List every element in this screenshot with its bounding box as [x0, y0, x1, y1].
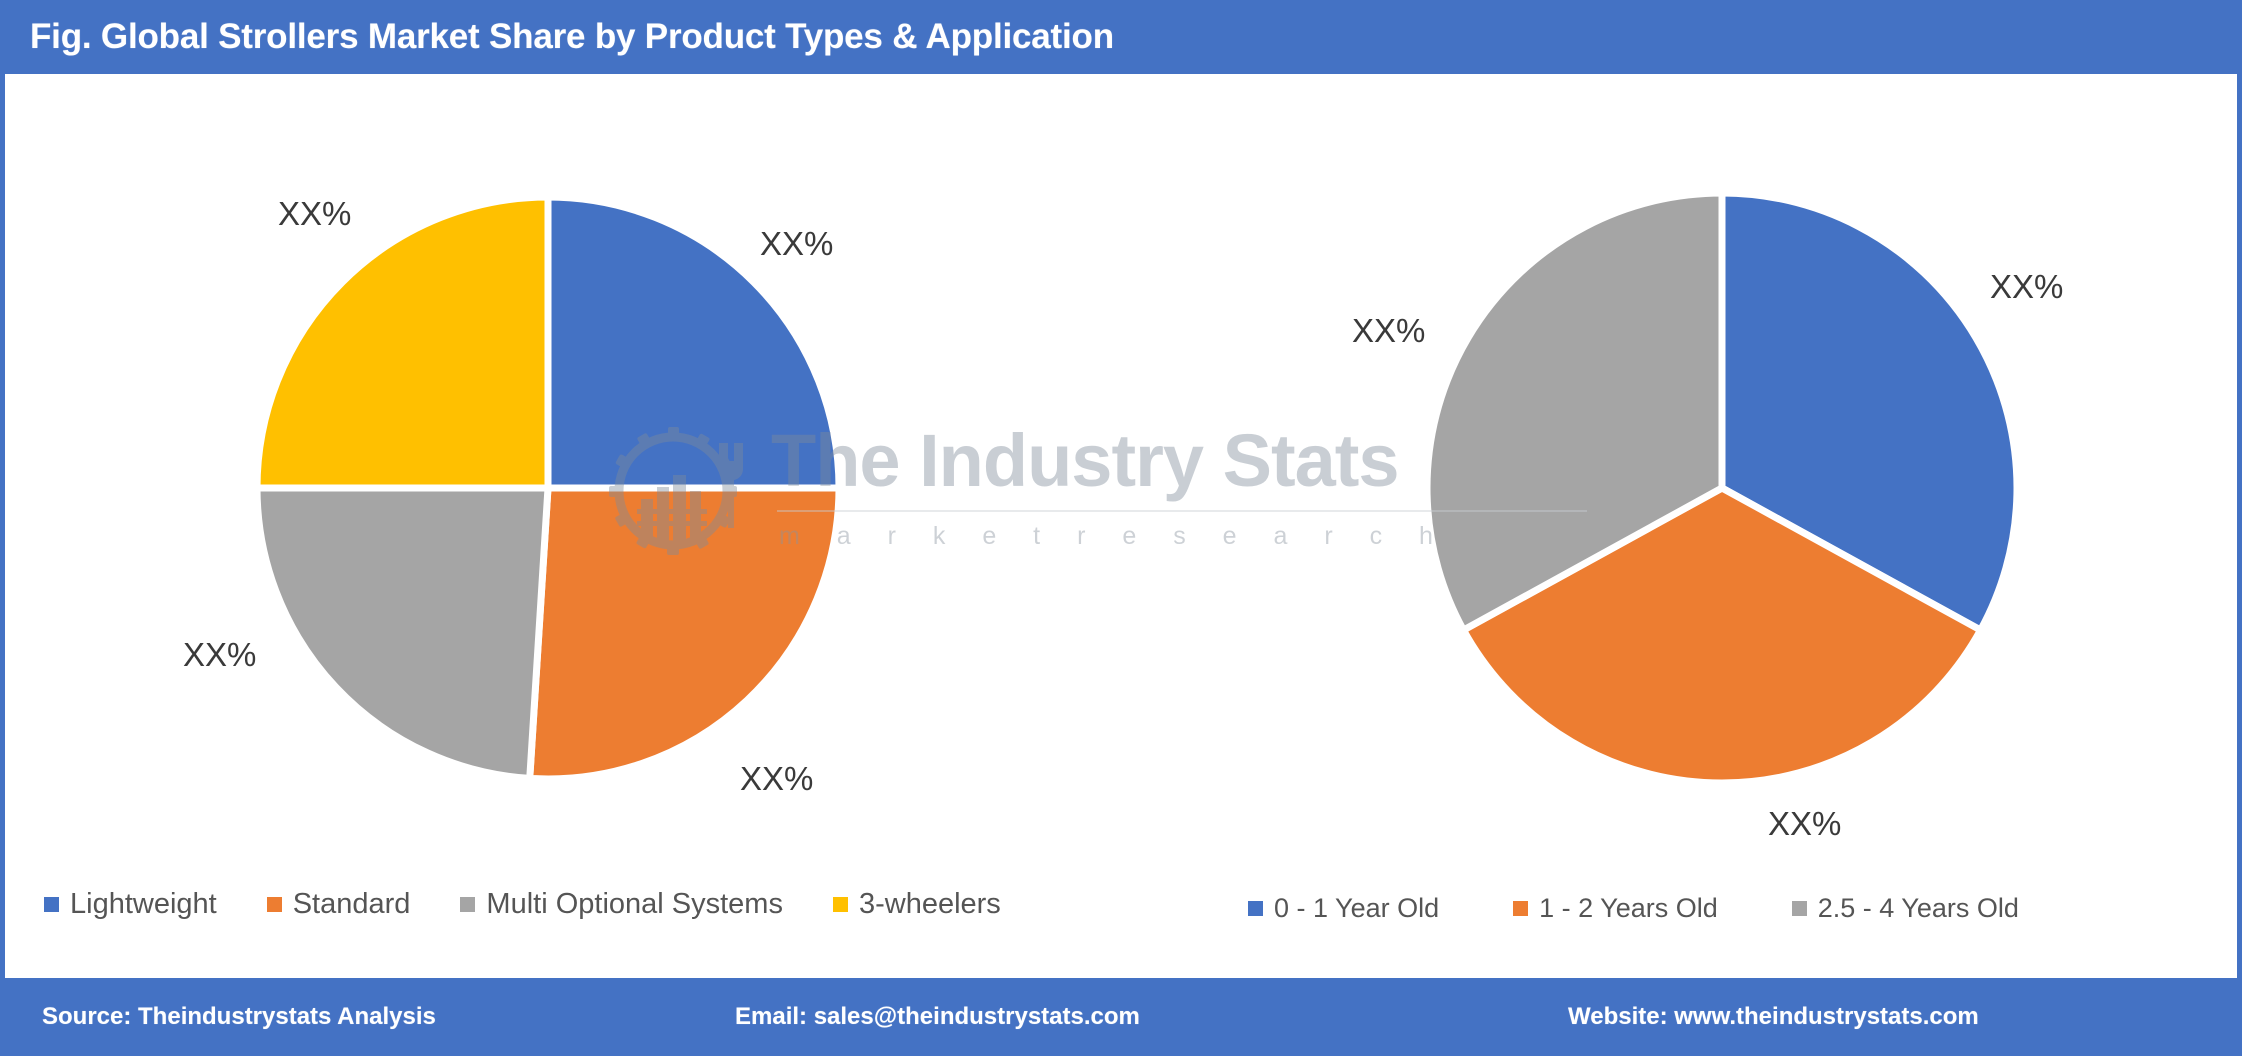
- legend-item-label: 2.5 - 4 Years Old: [1817, 893, 2019, 923]
- legend-swatch-icon: [266, 897, 282, 912]
- pie-value-label: XX%: [1990, 268, 2064, 305]
- legend-swatch-icon: [1791, 901, 1807, 916]
- legend-item-label: Lightweight: [70, 888, 217, 920]
- figure-container: Fig. Global Strollers Market Share by Pr…: [0, 0, 2242, 1056]
- legend-item-label: 0 - 1 Year Old: [1274, 893, 1440, 923]
- legend-item[interactable]: Multi Optional Systems: [460, 888, 783, 921]
- legend-swatch-icon: [1513, 901, 1529, 916]
- legend-item[interactable]: 1 - 2 Years Old: [1513, 893, 1718, 924]
- pie-value-label: XX%: [278, 195, 352, 232]
- legend-swatch-icon: [1248, 901, 1263, 916]
- legend-item[interactable]: 3-wheelers: [832, 888, 1001, 921]
- pie-value-label: XX%: [740, 760, 814, 797]
- legend-swatch-icon: [832, 897, 848, 912]
- legend-item-label: Multi Optional Systems: [486, 888, 783, 920]
- legend-item-label: Standard: [292, 888, 411, 920]
- legend-application: 0 - 1 Year Old 1 - 2 Years Old 2.5 - 4 Yea…: [1248, 893, 2019, 924]
- pie-value-label: XX%: [183, 636, 257, 673]
- legend-item[interactable]: 2.5 - 4 Years Old: [1791, 893, 2019, 924]
- legend-item[interactable]: 0 - 1 Year Old: [1248, 893, 1439, 924]
- legend-item-label: 1 - 2 Years Old: [1539, 893, 1718, 923]
- legend-item[interactable]: Standard: [266, 888, 411, 921]
- legend-product-types: Lightweight Standard Multi Optional System…: [44, 888, 1001, 921]
- legend-swatch-icon: [44, 897, 59, 912]
- legend-item-label: 3-wheelers: [858, 888, 1001, 920]
- legend-item[interactable]: Lightweight: [44, 888, 217, 921]
- pie-value-label: XX%: [1352, 312, 1426, 349]
- pie-value-label: XX%: [1768, 805, 1842, 842]
- legend-swatch-icon: [460, 897, 476, 912]
- pie-value-label: XX%: [760, 225, 834, 262]
